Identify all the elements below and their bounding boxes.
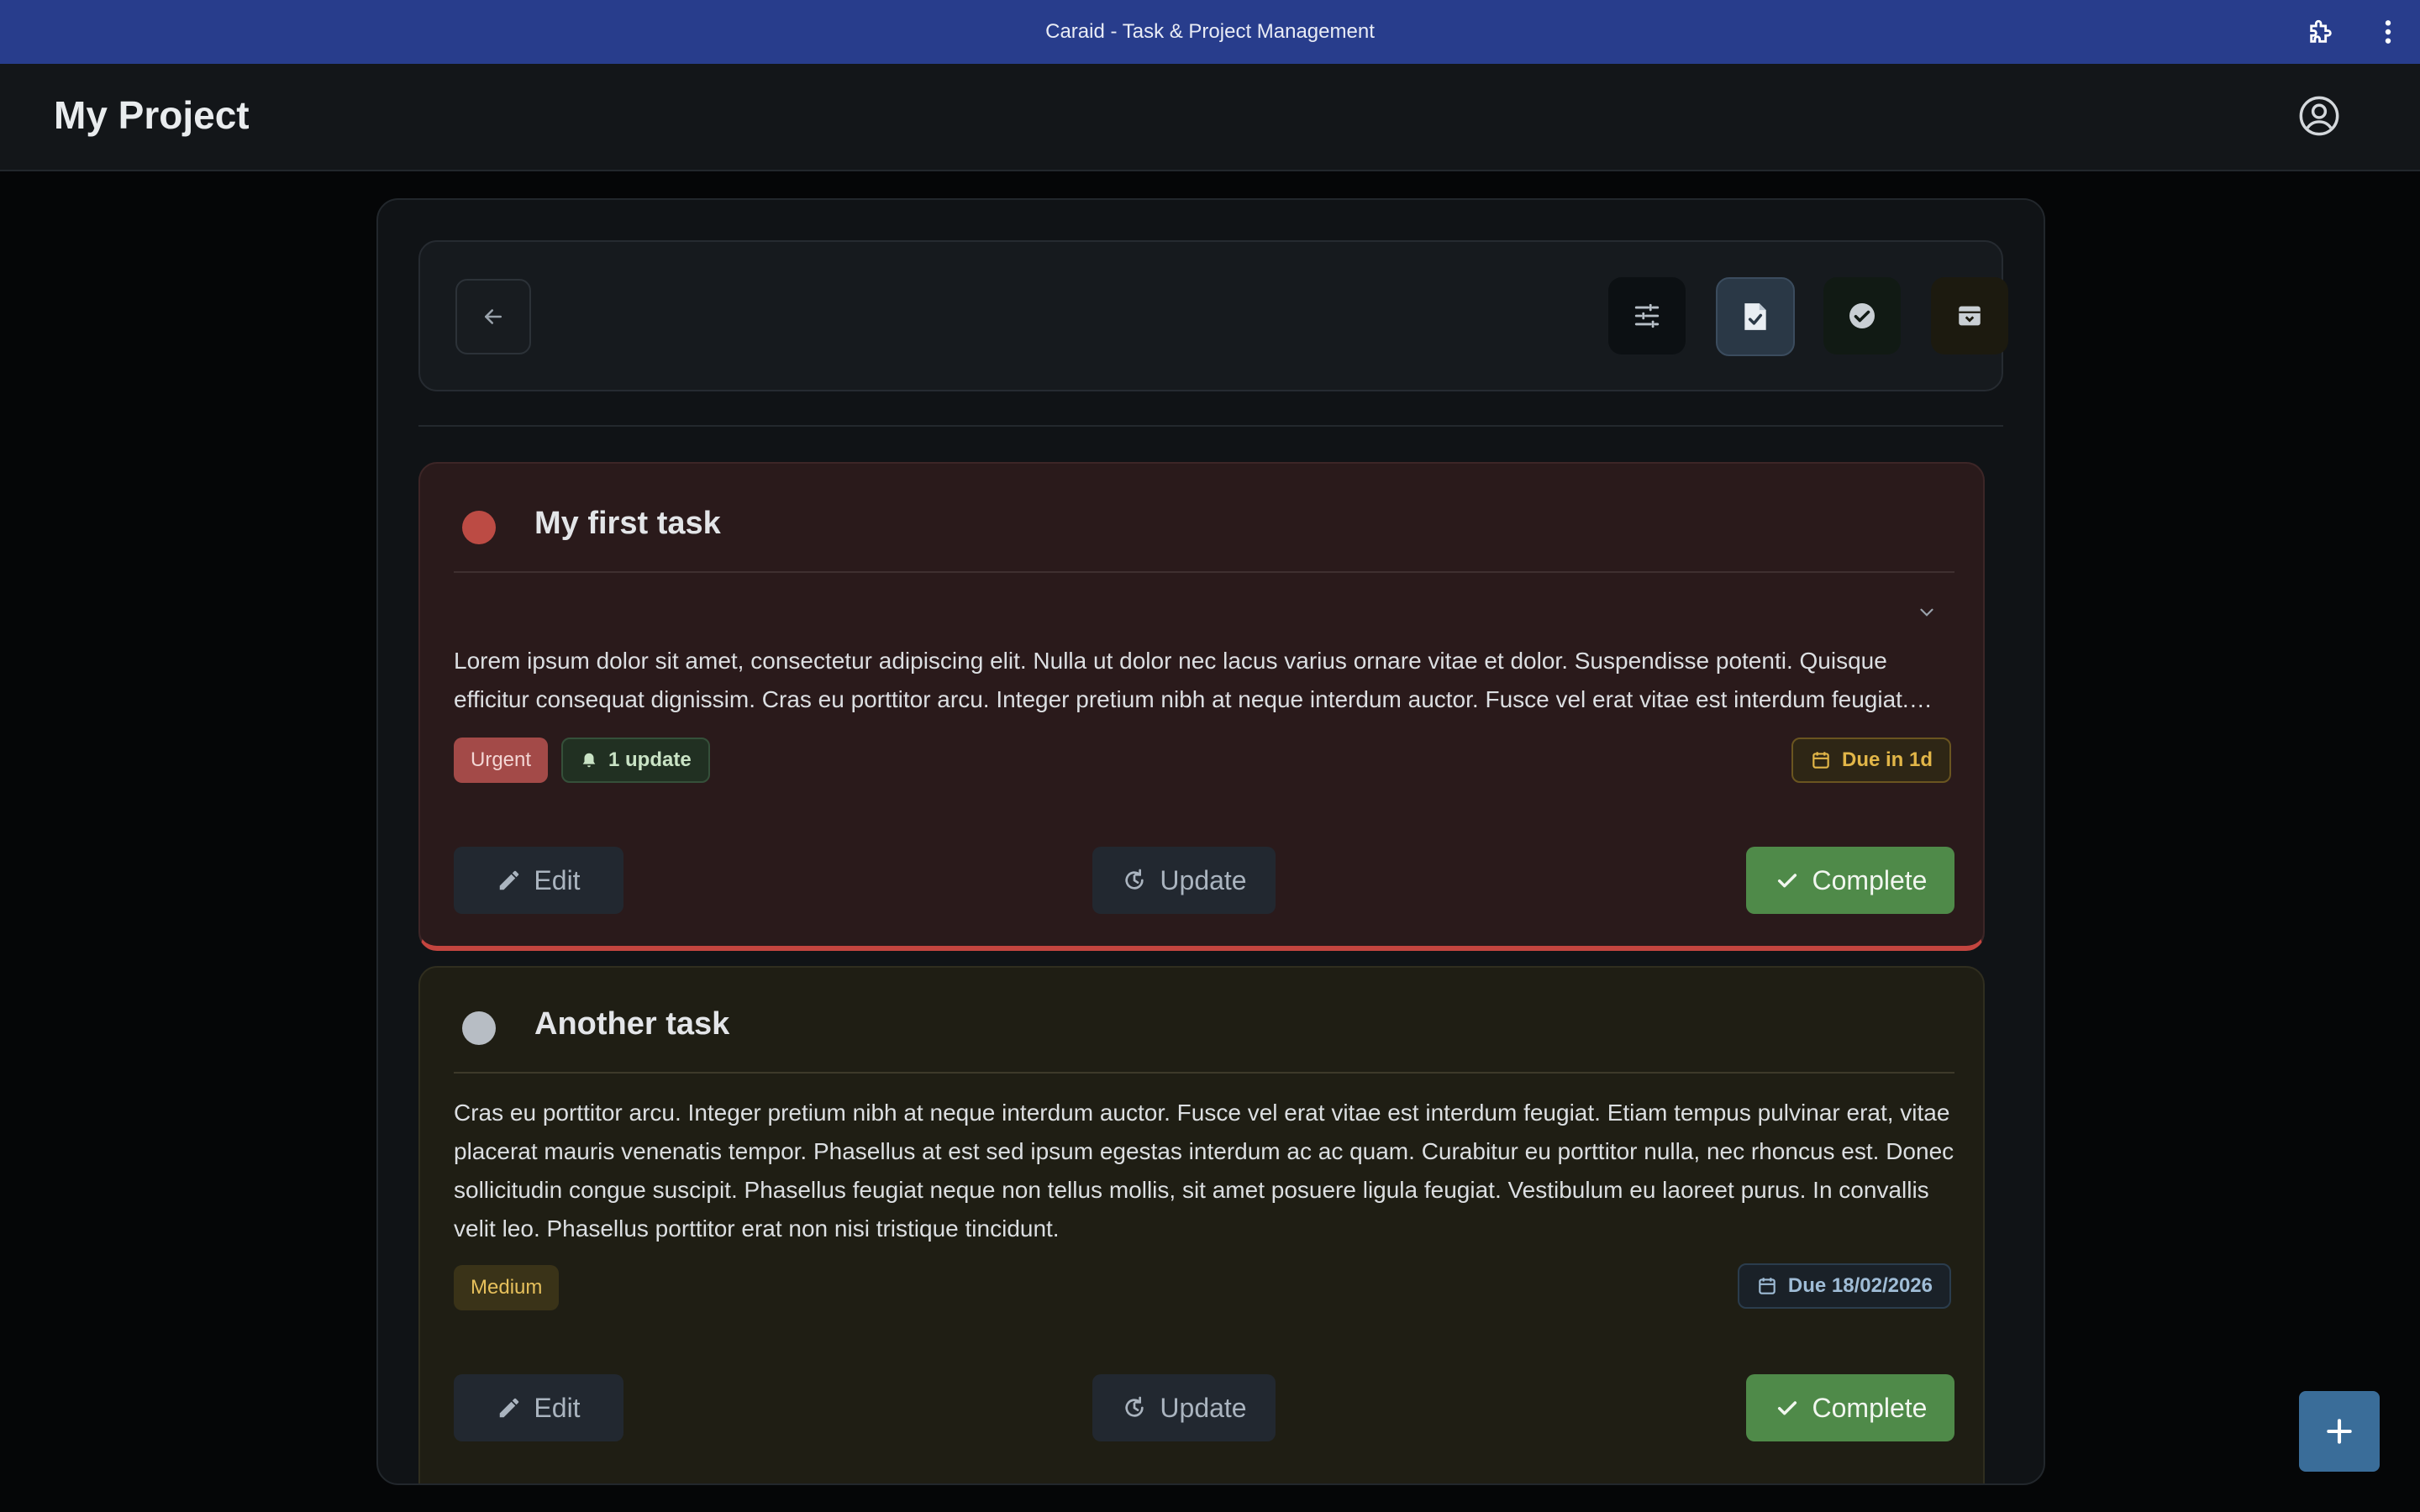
app-header: My Project (0, 64, 2420, 171)
complete-label: Complete (1812, 1392, 1928, 1423)
complete-button[interactable]: Complete (1746, 1374, 1954, 1441)
title-divider (454, 571, 1954, 573)
completed-button[interactable] (1823, 277, 1901, 354)
account-icon[interactable] (2297, 94, 2341, 138)
update-label: Update (1160, 864, 1247, 895)
window-titlebar: Caraid - Task & Project Management (0, 0, 2420, 64)
toolbar-divider (418, 425, 2003, 427)
document-check-icon (1744, 303, 1766, 330)
window-title: Caraid - Task & Project Management (1045, 20, 1375, 43)
edit-label: Edit (534, 864, 581, 895)
back-button[interactable] (455, 279, 531, 354)
task-description: Lorem ipsum dolor sit amet, consectetur … (454, 648, 1909, 712)
archive-icon (1959, 306, 1981, 326)
task-status-toggle[interactable] (462, 511, 496, 544)
update-label: Update (1160, 1392, 1247, 1423)
updates-count: 1 update (608, 748, 692, 771)
more-vert-icon[interactable] (2371, 15, 2405, 49)
refresh-icon (1125, 869, 1144, 890)
priority-badge: Urgent (454, 738, 549, 783)
edit-label: Edit (534, 1392, 581, 1423)
arrow-left-icon (485, 309, 502, 324)
active-tasks-button[interactable] (1716, 277, 1795, 356)
due-badge: Due 18/02/2026 (1737, 1263, 1951, 1309)
complete-label: Complete (1812, 864, 1928, 895)
updates-badge[interactable]: 1 update (561, 738, 710, 783)
complete-button[interactable]: Complete (1746, 847, 1954, 914)
task-description: Cras eu porttitor arcu. Integer pretium … (454, 1100, 1954, 1242)
page-title: My Project (54, 93, 250, 137)
chevron-down-icon[interactable] (1916, 601, 1938, 627)
check-icon (1777, 1401, 1797, 1415)
calendar-icon (1812, 752, 1829, 769)
task-title[interactable]: My first task (534, 506, 721, 542)
task-title[interactable]: Another task (534, 1006, 729, 1042)
extensions-icon[interactable] (2304, 15, 2338, 49)
task-card: My first task Lorem ipsum dolor sit amet… (418, 462, 1985, 951)
sliders-icon (1634, 303, 1660, 328)
update-button[interactable]: Update (1092, 1374, 1276, 1441)
refresh-icon (1125, 1396, 1144, 1417)
view-toolbar (418, 240, 2008, 391)
edit-button[interactable]: Edit (454, 847, 623, 914)
main-panel: My first task Lorem ipsum dolor sit amet… (376, 198, 2045, 1485)
pencil-icon (500, 870, 519, 890)
task-status-toggle[interactable] (462, 1011, 496, 1045)
archive-button[interactable] (1931, 277, 2008, 354)
update-button[interactable]: Update (1092, 847, 1276, 914)
priority-badge: Medium (454, 1265, 560, 1310)
task-card: Another task Cras eu porttitor arcu. Int… (418, 966, 1985, 1483)
check-circle-icon (1849, 303, 1875, 328)
task-list: My first task Lorem ipsum dolor sit amet… (418, 462, 1988, 1483)
due-label: Due 18/02/2026 (1787, 1274, 1933, 1297)
check-icon (1777, 874, 1797, 888)
edit-button[interactable]: Edit (454, 1374, 623, 1441)
title-divider (454, 1072, 1954, 1074)
due-label: Due in 1d (1841, 748, 1933, 771)
calendar-icon (1759, 1278, 1776, 1294)
add-task-button[interactable] (2299, 1391, 2380, 1472)
plus-icon (2327, 1419, 2352, 1444)
due-badge: Due in 1d (1791, 738, 1951, 783)
filter-button[interactable] (1608, 277, 1686, 354)
bell-icon (582, 753, 596, 768)
pencil-icon (500, 1398, 519, 1418)
